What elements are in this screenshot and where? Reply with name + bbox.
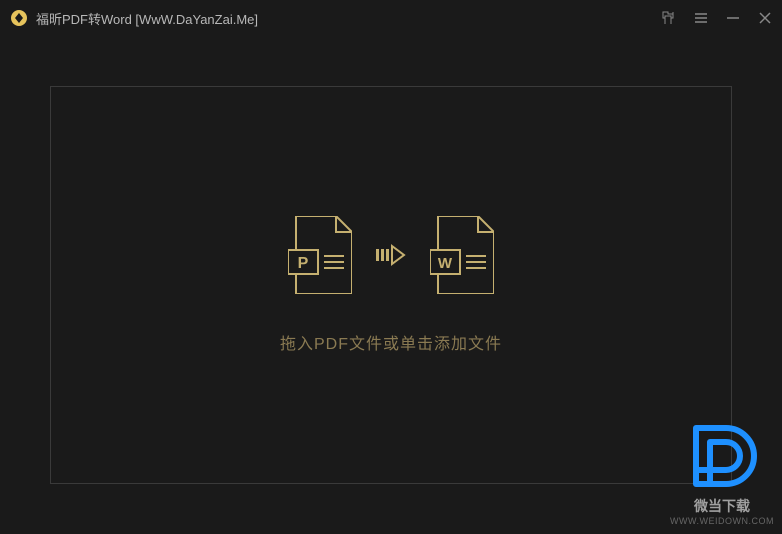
drop-zone[interactable]: P W <box>50 86 732 484</box>
app-icon <box>10 9 28 27</box>
menu-button[interactable] <box>694 11 708 25</box>
minimize-button[interactable] <box>726 11 740 25</box>
svg-text:P: P <box>298 255 309 272</box>
app-title: 福昕PDF转Word [WwW.DaYanZai.Me] <box>36 9 660 28</box>
pdf-file-icon: P <box>288 216 352 294</box>
titlebar: 福昕PDF转Word [WwW.DaYanZai.Me] <box>0 0 782 36</box>
close-button[interactable] <box>758 11 772 25</box>
theme-button[interactable] <box>660 10 676 26</box>
main-area: P W <box>0 36 782 534</box>
window-controls <box>660 10 772 26</box>
svg-text:W: W <box>438 255 453 272</box>
arrow-right-icon <box>376 244 406 266</box>
word-file-icon: W <box>430 216 494 294</box>
drop-zone-text: 拖入PDF文件或单击添加文件 <box>280 330 502 354</box>
conversion-icons: P W <box>288 216 494 294</box>
